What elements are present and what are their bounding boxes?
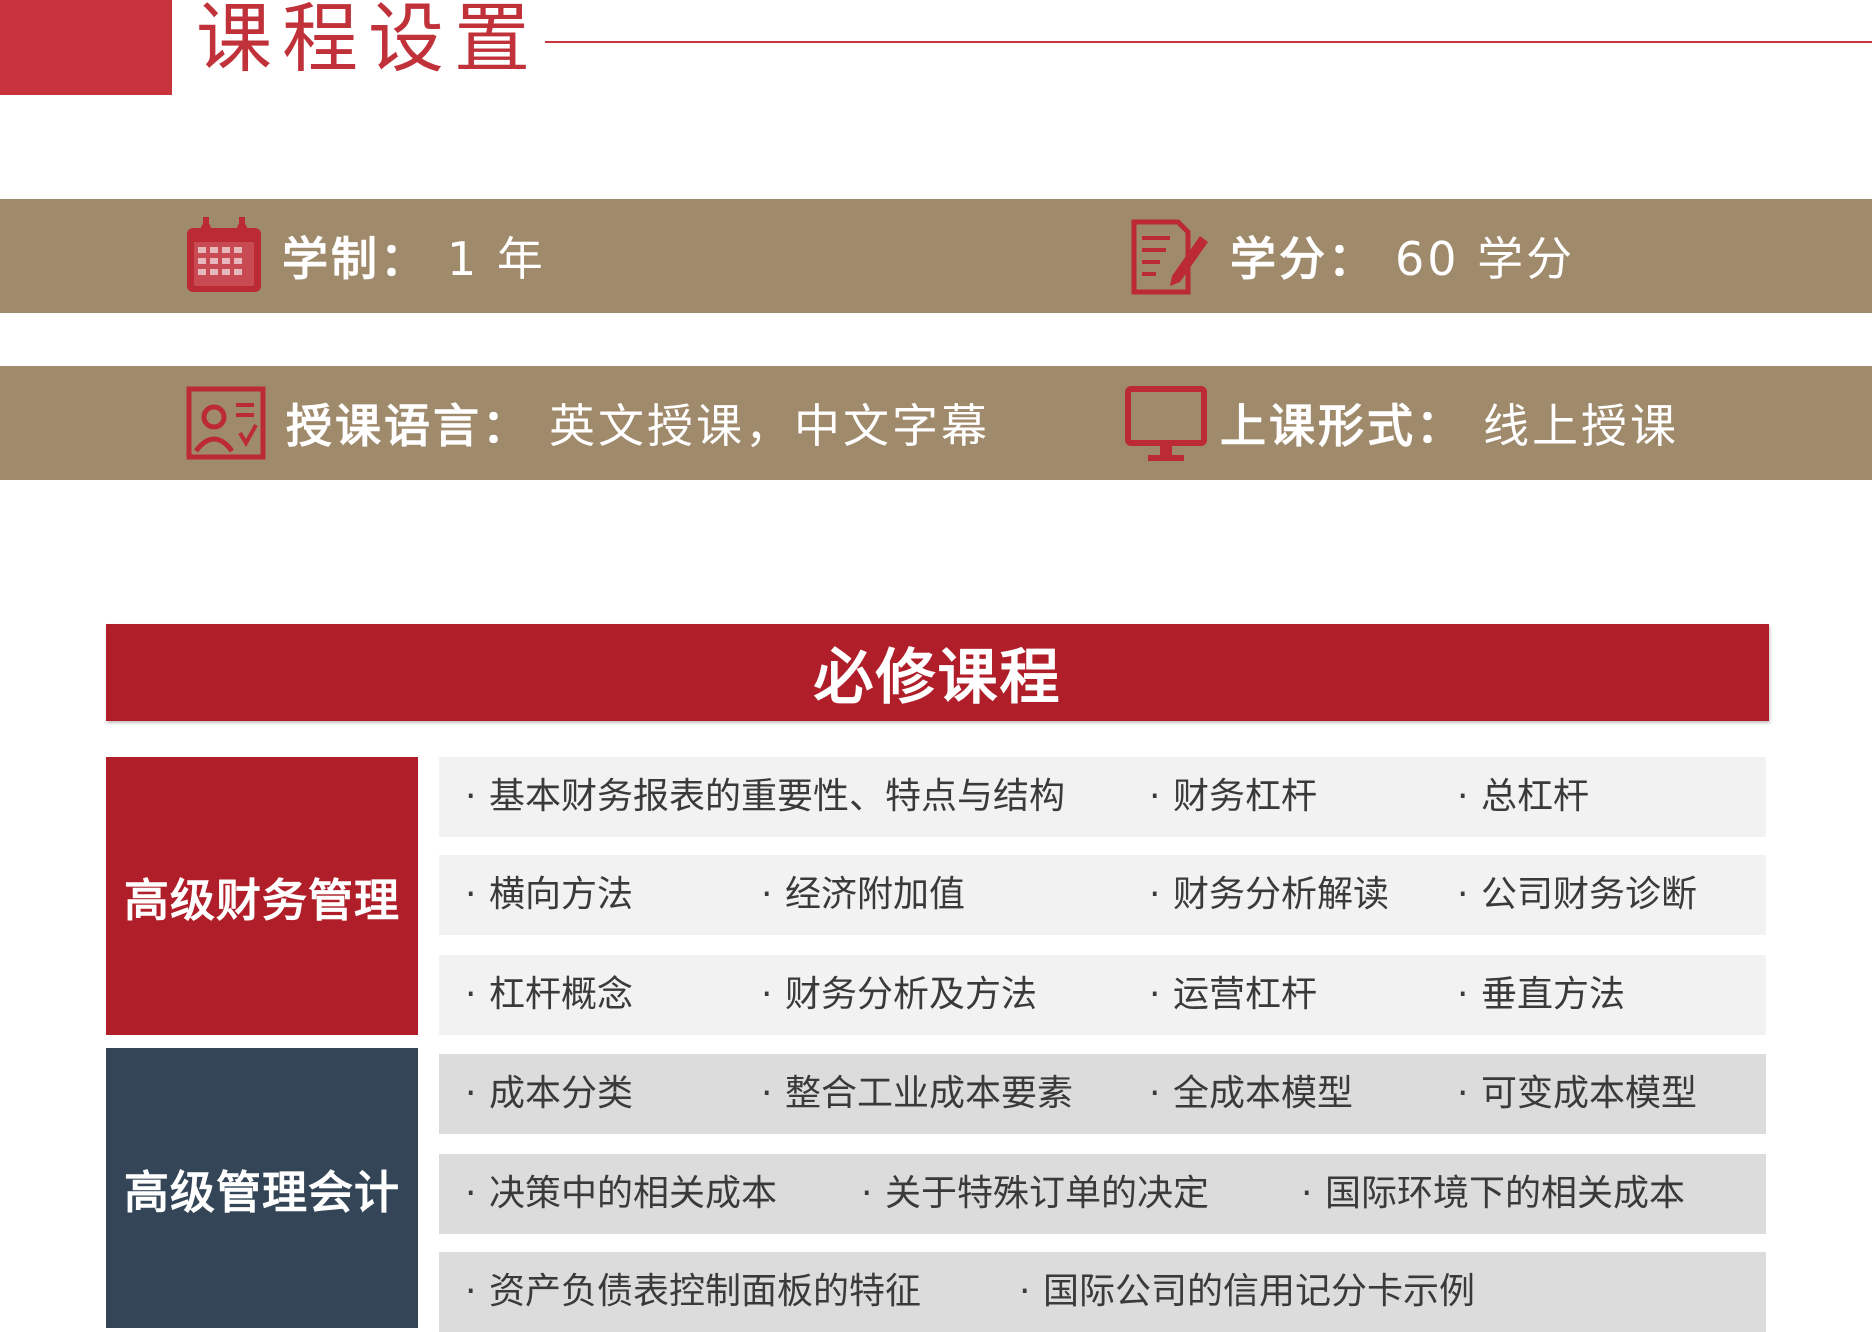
info-language: 授课语言： 英文授课，中文字幕 bbox=[184, 366, 990, 480]
bullet: · bbox=[1149, 974, 1161, 1015]
course-item: · 财务分析解读 bbox=[1149, 855, 1389, 935]
bullet: · bbox=[861, 1173, 873, 1214]
format-value: 线上授课 bbox=[1483, 399, 1679, 453]
course-item: · 可变成本模型 bbox=[1457, 1054, 1697, 1134]
bullet: · bbox=[1149, 1073, 1161, 1114]
bullet: · bbox=[1457, 1073, 1469, 1114]
course-item: · 公司财务诊断 bbox=[1457, 855, 1697, 935]
credits-value: 60 学分 bbox=[1395, 232, 1576, 286]
info-band-language-format: 授课语言： 英文授课，中文字幕 上课形式： 线上授课 bbox=[0, 366, 1872, 480]
bullet: · bbox=[465, 1073, 477, 1114]
course-row: · 杠杆概念 · 财务分析及方法 · 运营杠杆 · 垂直方法 bbox=[439, 955, 1766, 1035]
course-row: · 决策中的相关成本 · 关于特殊订单的决定 · 国际环境下的相关成本 bbox=[439, 1154, 1766, 1234]
monitor-icon bbox=[1125, 386, 1207, 461]
title-divider bbox=[545, 41, 1872, 43]
bullet: · bbox=[1149, 874, 1161, 915]
bullet: · bbox=[465, 1271, 477, 1312]
bullet: · bbox=[761, 974, 773, 1015]
format-sep: ： bbox=[1416, 399, 1465, 453]
info-band-duration-credits: 学制： 1 年 学分： 60 学分 bbox=[0, 199, 1872, 313]
course-item: · 国际环境下的相关成本 bbox=[1301, 1154, 1685, 1234]
course-item: · 杠杆概念 bbox=[465, 955, 633, 1035]
course-item: · 关于特殊订单的决定 bbox=[861, 1154, 1209, 1234]
category-advanced-management-accounting: 高级管理会计 bbox=[106, 1048, 418, 1328]
course-item: · 成本分类 bbox=[465, 1054, 633, 1134]
required-courses-banner: 必修课程 bbox=[106, 624, 1769, 721]
course-item: · 资产负债表控制面板的特征 bbox=[465, 1252, 921, 1332]
bullet: · bbox=[465, 1173, 477, 1214]
format-label: 上课形式 bbox=[1220, 399, 1416, 453]
course-item: · 财务杠杆 bbox=[1149, 757, 1317, 837]
language-label: 授课语言 bbox=[286, 399, 482, 453]
course-item: · 全成本模型 bbox=[1149, 1054, 1353, 1134]
info-duration: 学制： 1 年 bbox=[182, 199, 546, 313]
course-row: · 资产负债表控制面板的特征 · 国际公司的信用记分卡示例 bbox=[439, 1252, 1766, 1332]
course-item: · 国际公司的信用记分卡示例 bbox=[1019, 1252, 1475, 1332]
course-item: · 运营杠杆 bbox=[1149, 955, 1317, 1035]
course-row: · 成本分类 · 整合工业成本要素 · 全成本模型 · 可变成本模型 bbox=[439, 1054, 1766, 1134]
calendar-icon bbox=[187, 217, 261, 292]
bullet: · bbox=[465, 874, 477, 915]
language-sep: ： bbox=[482, 399, 531, 453]
course-item: · 整合工业成本要素 bbox=[761, 1054, 1073, 1134]
edit-document-icon bbox=[1131, 219, 1208, 295]
credits-label: 学分 bbox=[1230, 232, 1328, 286]
bullet: · bbox=[1149, 776, 1161, 817]
bullet: · bbox=[761, 874, 773, 915]
category-advanced-financial-management: 高级财务管理 bbox=[106, 757, 418, 1035]
course-item: · 总杠杆 bbox=[1457, 757, 1589, 837]
course-item: · 财务分析及方法 bbox=[761, 955, 1037, 1035]
bullet: · bbox=[465, 974, 477, 1015]
language-value: 英文授课，中文字幕 bbox=[549, 399, 990, 453]
bullet: · bbox=[1457, 776, 1469, 817]
bullet: · bbox=[1457, 874, 1469, 915]
bullet: · bbox=[761, 1073, 773, 1114]
duration-sep: ： bbox=[380, 232, 429, 286]
course-item: · 决策中的相关成本 bbox=[465, 1154, 777, 1234]
course-item: · 横向方法 bbox=[465, 855, 633, 935]
user-profile-card-icon bbox=[186, 386, 266, 460]
info-format: 上课形式： 线上授课 bbox=[1124, 366, 1679, 480]
bullet: · bbox=[465, 776, 477, 817]
course-item: · 经济附加值 bbox=[761, 855, 965, 935]
corner-accent-block bbox=[0, 0, 172, 95]
course-item: · 基本财务报表的重要性、特点与结构 bbox=[465, 757, 1065, 837]
page-title: 课程设置 bbox=[196, 0, 540, 83]
info-credits: 学分： 60 学分 bbox=[1126, 199, 1575, 313]
duration-label: 学制 bbox=[282, 232, 380, 286]
course-row: · 横向方法 · 经济附加值 · 财务分析解读 · 公司财务诊断 bbox=[439, 855, 1766, 935]
bullet: · bbox=[1301, 1173, 1313, 1214]
course-row: · 基本财务报表的重要性、特点与结构 · 财务杠杆 · 总杠杆 bbox=[439, 757, 1766, 837]
bullet: · bbox=[1019, 1271, 1031, 1312]
bullet: · bbox=[1457, 974, 1469, 1015]
duration-value: 1 年 bbox=[447, 232, 546, 286]
credits-sep: ： bbox=[1328, 232, 1377, 286]
course-item: · 垂直方法 bbox=[1457, 955, 1625, 1035]
